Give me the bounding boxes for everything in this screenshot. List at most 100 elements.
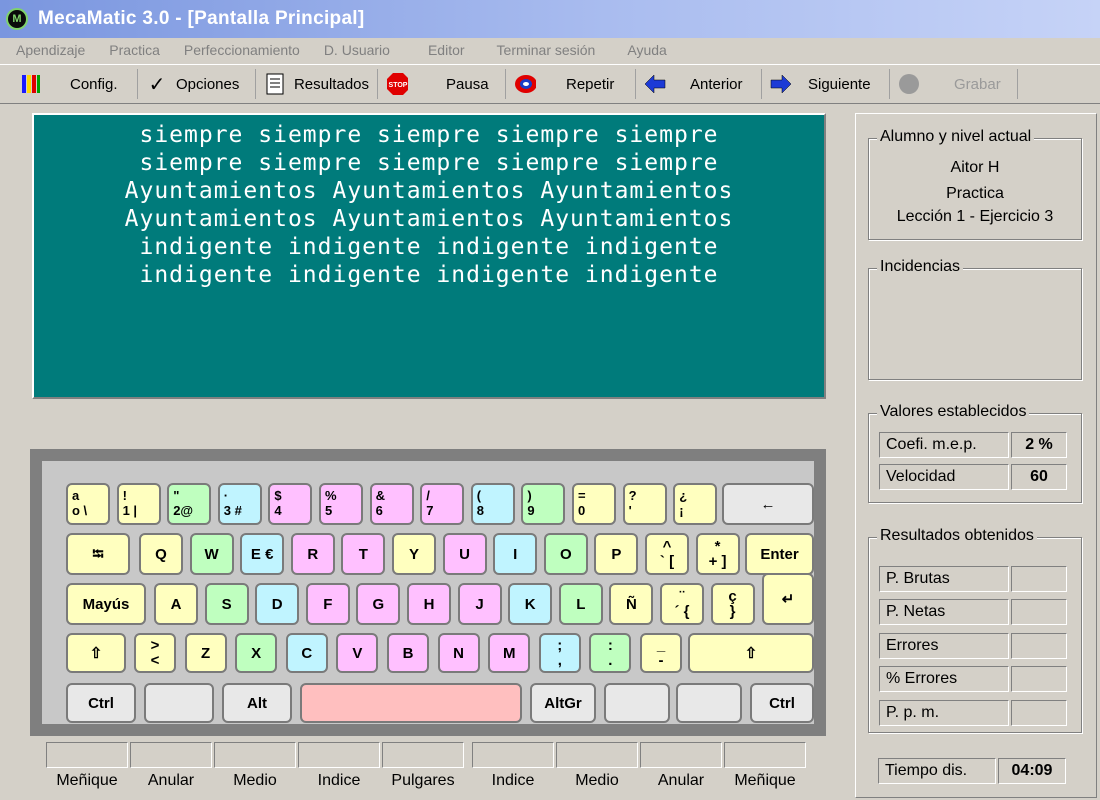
key-r1-0[interactable]: ao \: [66, 483, 110, 525]
anterior-button[interactable]: Anterior: [636, 69, 762, 99]
shift-left-key[interactable]: ⇧: [66, 633, 126, 673]
key-r2-3[interactable]: E €: [240, 533, 285, 575]
result-row: % Errores: [879, 666, 1067, 692]
key-r4-6[interactable]: B: [387, 633, 429, 673]
key-r1-12[interactable]: ¿ ¡: [673, 483, 718, 525]
key-r2-11[interactable]: ^ ` [: [645, 533, 689, 575]
velocidad-row: Velocidad 60: [879, 464, 1067, 490]
pausa-button[interactable]: STOP Pausa: [378, 69, 506, 99]
backspace-key[interactable]: ←: [722, 483, 814, 525]
key-r4-7[interactable]: N: [437, 633, 480, 673]
menu-practica[interactable]: Practica: [109, 42, 160, 58]
result-row: P. Brutas: [879, 566, 1067, 592]
key-r3-3[interactable]: D: [255, 583, 300, 625]
menu-usuario[interactable]: D. Usuario: [324, 42, 390, 58]
key-r2-7[interactable]: U: [442, 533, 487, 575]
menu-ayuda[interactable]: Ayuda: [627, 42, 666, 58]
key-r1-9[interactable]: ) 9: [521, 483, 566, 525]
key-r1-3[interactable]: · 3 #: [217, 483, 262, 525]
menu-terminar-sesion[interactable]: Terminar sesión: [497, 42, 596, 58]
key-r4-9[interactable]: ;,: [538, 633, 581, 673]
resultados-button[interactable]: Resultados: [256, 69, 378, 99]
grabar-button[interactable]: Grabar: [890, 69, 1018, 99]
ctrl-right-key[interactable]: Ctrl: [750, 683, 814, 723]
finger-label: Anular: [657, 772, 705, 789]
key-r1-8[interactable]: (8: [470, 483, 515, 525]
student-group-title: Alumno y nivel actual: [877, 128, 1035, 146]
key-r3-7[interactable]: J: [457, 583, 502, 625]
result-value: [1011, 666, 1067, 692]
menu-aprendizaje[interactable]: Apendizaje: [16, 42, 85, 58]
key-r2-6[interactable]: Y: [392, 533, 436, 575]
key-r1-7[interactable]: /7: [420, 483, 465, 525]
pausa-label: Pausa: [446, 75, 489, 93]
enter-arrow-key[interactable]: ↵: [762, 573, 814, 625]
result-row: P. p. m.: [879, 700, 1067, 726]
exercise-line: Ayuntamientos Ayuntamientos Ayuntamiento…: [124, 206, 734, 232]
key-r4-3[interactable]: X: [235, 633, 278, 673]
key-r1-5[interactable]: % 5: [319, 483, 363, 525]
key-r2-10[interactable]: P: [594, 533, 639, 575]
checkmark-icon: ✓: [148, 73, 166, 96]
key-r2-12[interactable]: * + ]: [695, 533, 740, 575]
repetir-button[interactable]: Repetir: [506, 69, 636, 99]
key-r1-6[interactable]: & 6: [369, 483, 414, 525]
document-icon: [264, 73, 286, 95]
key-r4-11[interactable]: _ -: [640, 633, 682, 673]
key-r1-10[interactable]: = 0: [572, 483, 616, 525]
key-r3-8[interactable]: K: [508, 583, 553, 625]
repetir-label: Repetir: [566, 75, 615, 93]
ctrl-left-key[interactable]: Ctrl: [66, 683, 136, 723]
key-r4-5[interactable]: V: [336, 633, 379, 673]
key-r3-5[interactable]: G: [356, 583, 401, 625]
finger-indicator: [640, 742, 722, 768]
win-right-key[interactable]: [604, 683, 670, 723]
altgr-key[interactable]: AltGr: [530, 683, 596, 723]
key-r3-4[interactable]: F: [305, 583, 350, 625]
key-r3-11[interactable]: ¨ ´ {: [660, 583, 704, 625]
enter-key[interactable]: Enter: [745, 533, 814, 575]
key-r2-1[interactable]: Q: [139, 533, 183, 575]
tiempo-row: Tiempo dis. 04:09: [878, 758, 1066, 784]
student-mode: Practica: [946, 185, 1004, 202]
key-r4-4[interactable]: C: [285, 633, 328, 673]
opciones-button[interactable]: ✓ Opciones: [138, 69, 256, 99]
key-r2-4[interactable]: R: [290, 533, 335, 575]
key-r2-5[interactable]: T: [341, 533, 386, 575]
shift-right-key[interactable]: ⇧: [688, 633, 814, 673]
mayus-key[interactable]: Mayús: [66, 583, 146, 625]
alt-key[interactable]: Alt: [222, 683, 292, 723]
menu-perfeccionamiento[interactable]: Perfeccionamiento: [184, 42, 300, 58]
key-r3-10[interactable]: Ñ: [609, 583, 654, 625]
siguiente-button[interactable]: Siguiente: [762, 69, 890, 99]
key-r4-2[interactable]: Z: [184, 633, 227, 673]
key-r4-1[interactable]: > <: [134, 633, 176, 673]
key-r3-2[interactable]: S: [204, 583, 249, 625]
key-r3-1[interactable]: A: [154, 583, 198, 625]
config-button[interactable]: Config.: [12, 69, 138, 99]
key-r4-8[interactable]: M: [488, 633, 531, 673]
key-r1-11[interactable]: ? ': [622, 483, 667, 525]
space-key[interactable]: [300, 683, 522, 723]
result-value: [1011, 700, 1067, 726]
key-r1-1[interactable]: ! 1 |: [116, 483, 161, 525]
result-label: P. Netas: [879, 599, 1009, 625]
key-r1-4[interactable]: $4: [268, 483, 313, 525]
win-key[interactable]: [144, 683, 214, 723]
key-r2-2[interactable]: W: [189, 533, 234, 575]
incidencias-group: Incidencias: [868, 258, 1082, 380]
key-r2-9[interactable]: O: [543, 533, 588, 575]
tab-key[interactable]: ⭾: [66, 533, 130, 575]
finger-label: Medio: [575, 772, 619, 789]
result-row: Errores: [879, 633, 1067, 659]
key-r1-2[interactable]: " 2@: [167, 483, 212, 525]
key-r3-6[interactable]: H: [407, 583, 451, 625]
key-r3-12[interactable]: ç}: [710, 583, 755, 625]
key-r2-8[interactable]: I: [493, 533, 538, 575]
menu-editor[interactable]: Editor: [428, 42, 465, 58]
key-r4-10[interactable]: :.: [589, 633, 632, 673]
resultados-group: Resultados obtenidos P. Brutas P. Netas …: [868, 527, 1082, 733]
key-r3-9[interactable]: L: [558, 583, 603, 625]
menu-key[interactable]: [676, 683, 742, 723]
finger-label: Indice: [317, 772, 361, 789]
